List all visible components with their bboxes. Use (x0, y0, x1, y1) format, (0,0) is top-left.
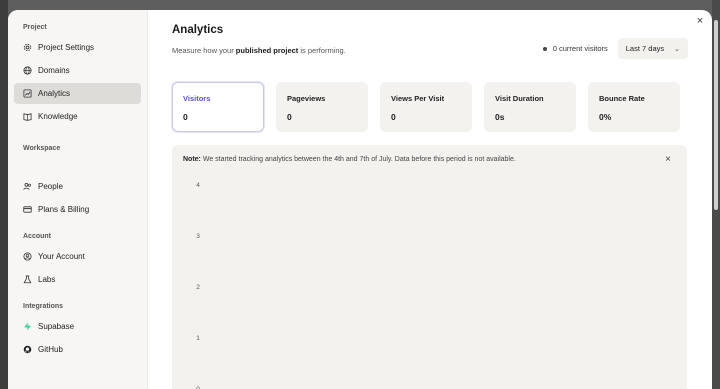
sidebar-item-label: Your Account (38, 252, 85, 261)
live-dot-icon (542, 46, 547, 51)
sidebar-section-workspace: Workspace (23, 145, 61, 152)
note-label: Note: (183, 156, 201, 163)
date-range-value: Last 7 days (625, 44, 665, 53)
analytics-main: × Analytics Measure how your published p… (148, 10, 712, 389)
note-text: We started tracking analytics between th… (200, 156, 516, 163)
sidebar-item-label: GitHub (38, 345, 63, 354)
stat-label: Pageviews (287, 94, 326, 103)
sidebar-item-project-settings[interactable]: Project Settings (14, 37, 141, 58)
sidebar-item-label: Domains (38, 66, 70, 75)
sidebar-item-plans-billing[interactable]: Plans & Billing (14, 199, 141, 220)
subtitle-text: Measure how your (172, 46, 236, 55)
sidebar-item-label: Supabase (38, 322, 75, 331)
credit-card-icon (22, 205, 32, 215)
sidebar-item-domains[interactable]: Domains (14, 60, 141, 81)
stat-label: Visit Duration (495, 94, 544, 103)
stat-card-visit-duration[interactable]: Visit Duration 0s (484, 82, 576, 132)
y-tick-label: 2 (196, 284, 200, 291)
sidebar-item-label: Knowledge (38, 112, 78, 121)
sidebar-item-label: Plans & Billing (38, 205, 90, 214)
analytics-chart-panel: Note: We started tracking analytics betw… (172, 145, 687, 389)
tracking-note: Note: We started tracking analytics betw… (183, 156, 516, 163)
y-tick-label: 3 (196, 233, 200, 240)
stat-card-pageviews[interactable]: Pageviews 0 (276, 82, 368, 132)
sidebar-section-account: Account (23, 233, 51, 240)
sidebar-item-knowledge[interactable]: Knowledge (14, 106, 141, 127)
stat-label: Visitors (183, 94, 211, 103)
backdrop-left (0, 0, 8, 389)
sidebar-item-label: Project Settings (38, 43, 95, 52)
sidebar-item-people[interactable]: People (14, 176, 141, 197)
sidebar-item-label: Analytics (38, 89, 71, 98)
y-tick-label: 1 (196, 335, 200, 342)
stat-card-bounce-rate[interactable]: Bounce Rate 0% (588, 82, 680, 132)
sidebar-section-project: Project (23, 24, 47, 31)
sidebar-item-label: Labs (38, 275, 56, 284)
stat-label: Bounce Rate (599, 94, 645, 103)
current-visitors: 0 current visitors (552, 44, 608, 53)
stat-value: 0% (599, 112, 612, 122)
close-icon[interactable]: × (694, 15, 706, 27)
subtitle-emphasis: published project (235, 46, 299, 55)
stat-value: 0 (391, 112, 396, 122)
sidebar-item-analytics[interactable]: Analytics (14, 83, 141, 104)
flask-icon (22, 275, 32, 285)
stats-row: Visitors 0 Pageviews 0 Views Per Visit 0… (172, 82, 688, 132)
stat-card-views-per-visit[interactable]: Views Per Visit 0 (380, 82, 472, 132)
book-icon (22, 112, 32, 122)
sidebar-item-github[interactable]: GitHub (14, 339, 141, 360)
stat-value: 0 (183, 112, 188, 122)
y-tick-label: 4 (196, 182, 200, 189)
stat-value: 0s (495, 112, 505, 122)
github-icon (22, 345, 32, 355)
people-icon (22, 182, 32, 192)
gear-icon (22, 43, 32, 53)
globe-icon (22, 66, 32, 76)
sidebar-item-supabase[interactable]: Supabase (14, 316, 141, 337)
sidebar-item-label: People (38, 182, 63, 191)
chevron-down-icon: ⌄ (674, 45, 680, 53)
stat-value: 0 (287, 112, 292, 122)
settings-modal: Project Project Settings Domains Analyti… (8, 10, 712, 389)
user-circle-icon (22, 252, 32, 262)
page-scrollbar[interactable] (714, 20, 718, 210)
header-controls: 0 current visitors Last 7 days ⌄ (542, 38, 688, 59)
page-title: Analytics (172, 24, 224, 36)
sidebar-item-your-account[interactable]: Your Account (14, 246, 141, 267)
settings-sidebar: Project Project Settings Domains Analyti… (8, 10, 148, 389)
subtitle-text-end: is performing. (298, 46, 346, 55)
dismiss-note-icon[interactable]: × (665, 154, 671, 165)
date-range-select[interactable]: Last 7 days ⌄ (617, 38, 688, 59)
sidebar-section-integrations: Integrations (23, 303, 64, 310)
chart-icon (22, 89, 32, 99)
backdrop-right (712, 0, 720, 389)
supabase-icon (22, 322, 32, 332)
sidebar-item-labs[interactable]: Labs (14, 269, 141, 290)
stat-label: Views Per Visit (391, 94, 445, 103)
stat-card-visitors[interactable]: Visitors 0 (172, 82, 264, 132)
